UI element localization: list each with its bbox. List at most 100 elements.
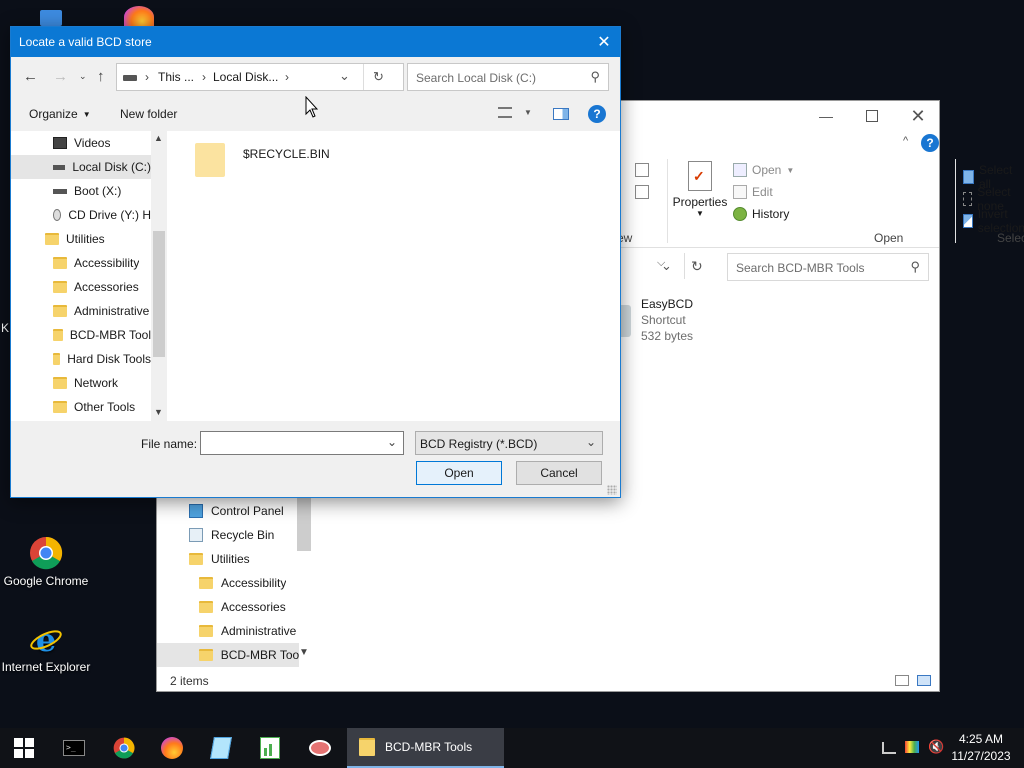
tray-volume-muted-icon[interactable]: 🔇 xyxy=(928,739,944,755)
tree-scrollbar[interactable]: ▲ ▼ xyxy=(151,131,167,421)
help-icon[interactable]: ? xyxy=(588,105,606,123)
taskbar-chart-tool-icon[interactable] xyxy=(256,734,284,762)
tree-item-administrative[interactable]: Administrative xyxy=(11,299,151,323)
ribbon-edit-button[interactable]: Edit xyxy=(733,185,773,199)
dialog-close-button[interactable]: ✕ xyxy=(588,27,620,57)
nav-item-administrative[interactable]: Administrative xyxy=(199,619,296,643)
cancel-button[interactable]: Cancel xyxy=(516,461,602,485)
back-arrow-icon[interactable]: ← xyxy=(23,68,38,85)
nav-item-recycle-bin[interactable]: Recycle Bin xyxy=(189,523,274,547)
open-button[interactable]: Open xyxy=(416,461,502,485)
large-icons-view-icon[interactable] xyxy=(917,675,931,686)
search-icon: ⚲ xyxy=(590,69,600,84)
ribbon-history-button[interactable]: History xyxy=(733,207,789,221)
nav-item-accessibility[interactable]: Accessibility xyxy=(199,571,286,595)
organize-button[interactable]: Organize ▼ xyxy=(29,107,91,121)
tree-item-hard-disk-tools[interactable]: Hard Disk Tools xyxy=(11,347,151,371)
taskbar-notepad-icon[interactable] xyxy=(207,734,235,762)
chevron-down-icon[interactable]: ⌄ xyxy=(387,435,397,449)
explorer-address-chevron-icon[interactable]: ⌄ xyxy=(661,258,672,274)
tray-network-icon[interactable] xyxy=(882,742,896,754)
select-all-icon xyxy=(963,170,974,184)
nav-item-label: Administrative xyxy=(221,624,297,638)
tree-item-cd-drive[interactable]: CD Drive (Y:) H xyxy=(11,203,151,227)
tree-item-utilities[interactable]: Utilities xyxy=(11,227,105,251)
ribbon-open-button[interactable]: Open ▼ xyxy=(733,163,794,177)
tree-item-other-tools[interactable]: Other Tools xyxy=(11,395,135,419)
tree-item-accessories[interactable]: Accessories xyxy=(11,275,139,299)
nav-item-accessories[interactable]: Accessories xyxy=(199,595,286,619)
file-type-select[interactable]: BCD Registry (*.BCD) ⌄ xyxy=(415,431,603,455)
tree-item-bcd-mbr-tools[interactable]: BCD-MBR Tool xyxy=(11,323,151,347)
tree-item-label: Administrative xyxy=(74,304,150,318)
explorer-refresh-button[interactable]: ↻ xyxy=(691,258,703,275)
taskbar-cmd-icon[interactable]: >_ xyxy=(60,734,88,762)
preview-pane-icon[interactable] xyxy=(553,108,569,120)
nav-item-utilities[interactable]: Utilities xyxy=(189,547,250,571)
refresh-icon[interactable]: ↻ xyxy=(373,69,384,85)
tree-item-boot[interactable]: Boot (X:) xyxy=(11,179,121,203)
breadcrumb-local-disk[interactable]: Local Disk... xyxy=(213,70,278,84)
svg-text:e: e xyxy=(36,622,56,656)
google-chrome-desktop-icon[interactable]: Google Chrome xyxy=(0,536,92,588)
taskbar-disk-tool-icon[interactable] xyxy=(306,734,334,762)
scroll-down-icon[interactable]: ▼ xyxy=(154,407,163,417)
taskbar-chrome-icon[interactable] xyxy=(110,734,138,762)
tree-item-label: Hard Disk Tools xyxy=(67,352,151,366)
recent-locations-icon[interactable]: ⌄ xyxy=(79,71,87,82)
clock-time: 4:25 AM xyxy=(958,732,1004,746)
internet-explorer-desktop-icon[interactable]: e Internet Explorer xyxy=(0,621,92,674)
tree-item-videos[interactable]: Videos xyxy=(11,131,110,155)
breadcrumb-separator-icon: › xyxy=(202,70,206,84)
ribbon-divider-2 xyxy=(955,159,956,243)
breadcrumb-this-pc[interactable]: This ... xyxy=(158,70,194,84)
scroll-up-icon[interactable]: ▲ xyxy=(154,133,163,143)
folder-icon xyxy=(199,649,213,661)
internet-explorer-icon: e xyxy=(29,621,63,659)
address-dropdown-icon[interactable]: ⌄ xyxy=(339,68,350,84)
file-item-easybcd[interactable]: EasyBCD Shortcut 532 bytes xyxy=(621,297,761,347)
file-name: EasyBCD xyxy=(641,297,694,311)
taskbar-firefox-icon[interactable] xyxy=(158,734,186,762)
ribbon-history-label: History xyxy=(752,207,790,221)
chevron-down-icon: ▼ xyxy=(82,109,91,119)
view-options-button[interactable]: ▼ xyxy=(498,107,532,118)
minimize-button[interactable]: — xyxy=(803,101,849,131)
firefox-icon[interactable] xyxy=(124,6,154,28)
details-view-icon[interactable] xyxy=(895,675,909,686)
start-button[interactable] xyxy=(0,728,48,768)
nav-item-bcd-mbr-tools[interactable]: BCD-MBR Tools xyxy=(157,643,299,667)
address-bar[interactable]: › This ... › Local Disk... › ⌄ ↻ xyxy=(116,63,404,91)
file-size: 532 bytes xyxy=(641,329,694,343)
up-arrow-icon[interactable]: ↑ xyxy=(97,68,105,85)
forward-arrow-icon[interactable]: → xyxy=(53,68,68,85)
help-button[interactable]: ? xyxy=(921,134,939,152)
close-button[interactable]: ✕ xyxy=(895,101,941,131)
nav-scrollbar-thumb[interactable] xyxy=(297,495,311,551)
tray-clock[interactable]: 4:25 AM 11/27/2023 xyxy=(945,731,1017,765)
resize-grip-icon[interactable] xyxy=(607,485,617,495)
file-item-recycle-bin[interactable]: $RECYCLE.BIN xyxy=(195,143,355,181)
ribbon-collapse-icon[interactable]: ^ xyxy=(903,135,908,147)
this-pc-icon[interactable] xyxy=(40,10,62,26)
tree-item-label: Accessories xyxy=(74,280,139,294)
clock-date: 11/27/2023 xyxy=(951,749,1011,763)
tree-item-accessibility[interactable]: Accessibility xyxy=(11,251,139,275)
ribbon-small-icon-2[interactable] xyxy=(635,185,649,199)
tree-item-local-disk[interactable]: Local Disk (C:) xyxy=(11,155,151,179)
nav-item-control-panel[interactable]: Control Panel xyxy=(189,499,284,523)
scrollbar-thumb[interactable] xyxy=(153,231,165,357)
nav-scroll-down-icon[interactable]: ▼ xyxy=(299,647,309,658)
properties-button[interactable]: ✓ Properties ▼ xyxy=(671,161,729,225)
tray-display-icon[interactable] xyxy=(905,741,919,753)
new-folder-button[interactable]: New folder xyxy=(120,107,177,121)
dialog-search-input[interactable]: Search Local Disk (C:) ⚲ xyxy=(407,63,609,91)
ribbon-small-icon-1[interactable] xyxy=(635,163,649,177)
google-chrome-label: Google Chrome xyxy=(3,574,89,588)
maximize-button[interactable] xyxy=(849,101,895,131)
file-name-input[interactable]: ⌄ xyxy=(200,431,404,455)
explorer-search-input[interactable]: Search BCD-MBR Tools ⚲ xyxy=(727,253,929,281)
tree-item-network[interactable]: Network xyxy=(11,371,118,395)
taskbar-active-explorer[interactable]: BCD-MBR Tools xyxy=(347,728,504,768)
organize-label: Organize xyxy=(29,107,78,121)
